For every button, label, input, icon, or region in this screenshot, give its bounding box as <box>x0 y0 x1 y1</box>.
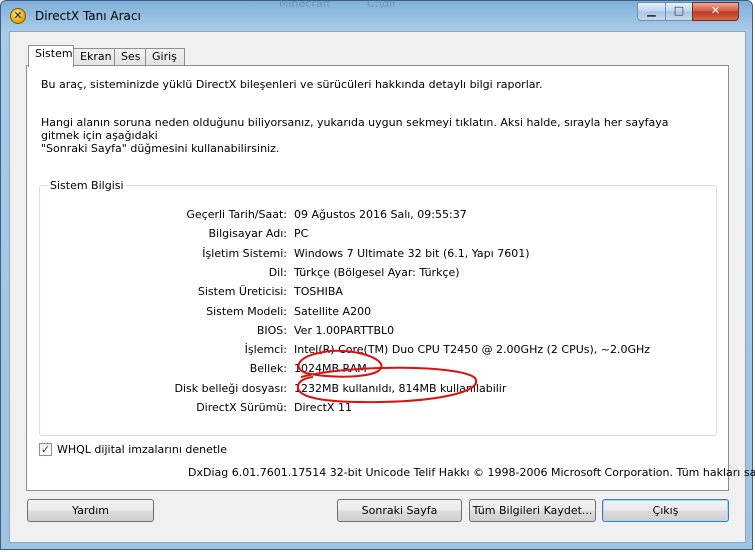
whql-checkbox-label[interactable]: WHQL dijital imzalarını denetle <box>57 443 227 456</box>
background-ghost-text: Minecraft <box>279 0 331 10</box>
system-info-value: Intel(R) Core(TM) Duo CPU T2450 @ 2.00GH… <box>294 343 651 357</box>
dialog-client-area: Sistem Ekran Ses Giriş Bu araç, sistemin… <box>9 31 755 543</box>
system-info-label: Geçerli Tarih/Saat: <box>186 208 287 221</box>
system-info-value: Satellite A200 <box>294 304 372 318</box>
directx-app-icon: ✕ <box>10 8 26 24</box>
system-info-label: Disk belleği dosyası: <box>174 381 287 395</box>
tab-panel-sistem: Bu araç, sisteminizde yüklü DirectX bile… <box>26 65 729 491</box>
whql-checkbox[interactable]: ✓ <box>39 443 52 456</box>
system-info-label: Sistem Üreticisi: <box>197 285 287 299</box>
system-info-value: 1024MB RAM <box>294 362 367 376</box>
system-info-row: Sistem Üreticisi: TOSHIBA <box>40 285 700 299</box>
next-page-button[interactable]: Sonraki Sayfa <box>337 499 462 522</box>
instructions-line: Hangi alanın soruna neden olduğunu biliy… <box>41 116 669 142</box>
tab-ekran[interactable]: Ekran <box>73 48 115 66</box>
tab-ses[interactable]: Ses <box>114 48 146 66</box>
help-button[interactable]: Yardım <box>27 499 154 522</box>
system-info-label: Dil: <box>268 265 287 279</box>
system-info-row: İşlemci: Intel(R) Core(TM) Duo CPU T2450 … <box>40 343 700 357</box>
window-title: DirectX Tanı Aracı <box>35 9 141 23</box>
instructions-line: "Sonraki Sayfa" düğmesini kullanabilirsi… <box>41 142 280 155</box>
system-info-row: Dil: Türkçe (Bölgesel Ayar: Türkçe) <box>40 266 700 280</box>
system-info-row: Sistem Modeli: Satellite A200 <box>40 305 700 319</box>
system-info-label: BIOS: <box>256 323 287 337</box>
system-info-value: 09 Ağustos 2016 Salı, 09:55:37 <box>294 208 467 221</box>
group-title: Sistem Bilgisi <box>48 179 126 192</box>
system-info-value: Ver 1.00PARTTBL0 <box>294 323 395 337</box>
maximize-button[interactable]: □ <box>665 2 693 21</box>
tab-sistem[interactable]: Sistem <box>28 45 74 67</box>
system-info-label: Sistem Modeli: <box>206 304 287 318</box>
system-info-label: Bilgisayar Adı: <box>208 227 287 241</box>
system-info-value: Windows 7 Ultimate 32 bit (6.1, Yapı 760… <box>294 246 530 260</box>
tab-giris[interactable]: Giriş <box>145 48 185 66</box>
intro-text: Bu araç, sisteminizde yüklü DirectX bile… <box>41 78 543 91</box>
system-info-value: DirectX 11 <box>294 401 352 414</box>
background-ghost-text: C:\dil <box>367 0 396 10</box>
close-button[interactable]: ✕ <box>692 2 739 21</box>
system-info-row: İşletim Sistemi: Windows 7 Ultimate 32 bi… <box>40 247 700 261</box>
system-info-label: Bellek: <box>249 362 287 376</box>
system-info-value: 1232MB kullanıldı, 814MB kullanılabilir <box>294 381 507 395</box>
system-info-row: DirectX Sürümü: DirectX 11 <box>40 401 700 415</box>
system-info-value: PC <box>294 227 309 241</box>
system-info-row: Bilgisayar Adı: PC <box>40 227 700 241</box>
system-info-row: Geçerli Tarih/Saat: 09 Ağustos 2016 Salı,… <box>40 208 700 222</box>
title-bar[interactable]: ✕ DirectX Tanı Aracı Minecraft C:\dil ▁ … <box>1 0 752 31</box>
save-all-info-button[interactable]: Tüm Bilgileri Kaydet... <box>469 499 596 522</box>
copyright-footer: DxDiag 6.01.7601.17514 32-bit Unicode Te… <box>188 466 755 479</box>
exit-button[interactable]: Çıkış <box>602 499 729 522</box>
minimize-button[interactable]: ▁ <box>637 2 666 21</box>
system-info-label: DirectX Sürümü: <box>196 401 287 414</box>
system-info-value: TOSHIBA <box>294 285 343 299</box>
instructions-text: Hangi alanın soruna neden olduğunu biliy… <box>41 116 701 155</box>
minimize-icon: ▁ <box>647 4 656 17</box>
system-info-row: Bellek: 1024MB RAM <box>40 362 700 376</box>
system-info-label: İşletim Sistemi: <box>202 246 287 260</box>
system-info-row: Disk belleği dosyası: 1232MB kullanıldı, … <box>40 382 700 396</box>
dxdiag-window: ✕ DirectX Tanı Aracı Minecraft C:\dil ▁ … <box>0 0 755 550</box>
system-info-value: Türkçe (Bölgesel Ayar: Türkçe) <box>294 265 460 279</box>
maximize-icon: □ <box>673 4 685 17</box>
system-info-label: İşlemci: <box>244 343 287 357</box>
system-info-row: BIOS: Ver 1.00PARTTBL0 <box>40 324 700 338</box>
system-info-group: Sistem Bilgisi Geçerli Tarih/Saat: 09 Ağu… <box>39 179 717 436</box>
close-icon: ✕ <box>710 4 721 17</box>
